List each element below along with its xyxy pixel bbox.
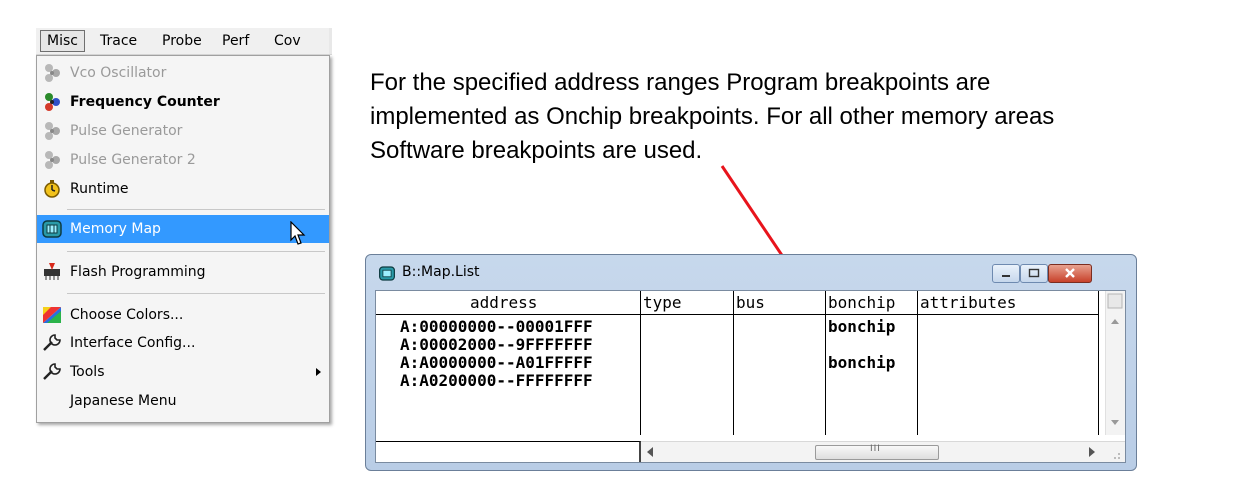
column-divider	[917, 291, 918, 435]
wrench-icon	[43, 334, 61, 351]
menu-item-tools[interactable]: Tools	[37, 358, 329, 386]
column-header-address[interactable]: address	[470, 292, 537, 314]
maximize-icon	[1028, 268, 1040, 278]
address-cell: A:A0200000--FFFFFFFF	[400, 371, 593, 390]
status-box	[376, 441, 641, 462]
column-header-attributes[interactable]: attributes	[920, 292, 1016, 314]
vertical-scrollbar[interactable]	[1105, 291, 1125, 435]
menu-item-label: Memory Map	[70, 221, 161, 237]
column-divider	[733, 291, 734, 435]
memory-map-icon	[42, 220, 62, 238]
menu-item-label: Pulse Generator 2	[70, 152, 196, 168]
fan-icon	[45, 151, 60, 169]
menu-probe[interactable]: Probe	[156, 31, 208, 51]
column-divider	[1098, 291, 1099, 435]
close-icon	[1065, 268, 1075, 278]
bonchip-cell: bonchip	[828, 353, 896, 372]
menu-bar: Misc Trace Probe Perf Cov	[36, 28, 332, 55]
menu-item-label: Choose Colors...	[70, 307, 184, 323]
column-divider	[640, 291, 641, 435]
menu-perf[interactable]: Perf	[216, 31, 255, 51]
menu-item-label: Pulse Generator	[70, 123, 183, 139]
menu-item-pulse-generator-2[interactable]: Pulse Generator 2	[37, 146, 329, 174]
fan-icon	[45, 93, 60, 111]
menu-item-japanese-menu[interactable]: Japanese Menu	[37, 387, 329, 415]
column-divider	[825, 291, 826, 435]
window-title: B::Map.List	[402, 264, 480, 280]
column-header-type[interactable]: type	[643, 292, 682, 314]
scroll-left-icon[interactable]	[647, 447, 655, 457]
menu-item-label: Tools	[70, 364, 105, 380]
description-line: implemented as Onchip breakpoints. For a…	[370, 103, 1055, 130]
address-cell: A:00000000--00001FFF	[400, 317, 593, 336]
palette-icon	[43, 307, 61, 323]
misc-dropdown-menu: Vco Oscillator Frequency Counter Pulse G…	[36, 55, 330, 423]
column-header-bonchip[interactable]: bonchip	[828, 292, 895, 314]
menu-separator	[67, 209, 325, 210]
maximize-button[interactable]	[1020, 264, 1048, 283]
menu-trace[interactable]: Trace	[94, 31, 143, 51]
menu-item-frequency-counter[interactable]: Frequency Counter	[37, 88, 329, 116]
menu-separator	[67, 293, 325, 294]
menu-item-label: Frequency Counter	[70, 94, 220, 110]
menu-item-label: Interface Config...	[70, 335, 196, 351]
scroll-right-icon[interactable]	[1087, 447, 1095, 457]
header-divider	[376, 314, 1098, 315]
menu-cov[interactable]: Cov	[268, 31, 307, 51]
window-titlebar[interactable]: B::Map.List	[366, 255, 1136, 290]
horizontal-scroll-thumb[interactable]: III	[815, 444, 939, 460]
description-line: For the specified address ranges Program…	[370, 69, 991, 96]
submenu-arrow-icon	[316, 368, 321, 376]
menu-item-interface-config[interactable]: Interface Config...	[37, 329, 329, 357]
menu-item-runtime[interactable]: Runtime	[37, 175, 329, 203]
menu-misc[interactable]: Misc	[40, 30, 85, 52]
description-text: For the specified address ranges Program…	[370, 66, 1240, 168]
map-list-window: B::Map.List address type bus bonchip att…	[365, 254, 1137, 471]
menu-item-vco-oscillator[interactable]: Vco Oscillator	[37, 59, 329, 87]
thumb-grip-label: III	[870, 444, 881, 454]
menu-item-label: Vco Oscillator	[70, 65, 167, 81]
menu-item-memory-map[interactable]: Memory Map	[37, 215, 329, 243]
bonchip-cell: bonchip	[828, 317, 896, 336]
flash-chip-icon	[44, 263, 60, 280]
wrench-icon	[43, 363, 61, 380]
close-button[interactable]	[1048, 264, 1092, 283]
mouse-pointer-icon	[290, 221, 306, 245]
menu-item-choose-colors[interactable]: Choose Colors...	[37, 301, 329, 329]
memory-map-icon	[379, 266, 395, 281]
minimize-button[interactable]	[992, 264, 1020, 283]
menu-item-label: Japanese Menu	[70, 393, 177, 409]
minimize-icon	[1002, 275, 1010, 277]
menu-item-label: Runtime	[70, 181, 129, 197]
stopwatch-icon	[44, 180, 60, 198]
resize-grip-icon[interactable]	[1109, 448, 1121, 460]
horizontal-scrollbar[interactable]: III	[641, 441, 1125, 462]
scroll-arrows-icon	[1107, 293, 1123, 425]
address-cell: A:00002000--9FFFFFFF	[400, 335, 593, 354]
fan-icon	[45, 122, 60, 140]
column-header-bus[interactable]: bus	[736, 292, 765, 314]
menu-item-flash-programming[interactable]: Flash Programming	[37, 258, 329, 286]
menu-bar-edge	[329, 28, 332, 54]
map-list-table: address type bus bonchip attributes A:00…	[375, 290, 1126, 463]
menu-separator	[67, 251, 325, 252]
menu-item-pulse-generator[interactable]: Pulse Generator	[37, 117, 329, 145]
fan-icon	[45, 64, 60, 82]
address-cell: A:A0000000--A01FFFFF	[400, 353, 593, 372]
menu-item-label: Flash Programming	[70, 264, 206, 280]
